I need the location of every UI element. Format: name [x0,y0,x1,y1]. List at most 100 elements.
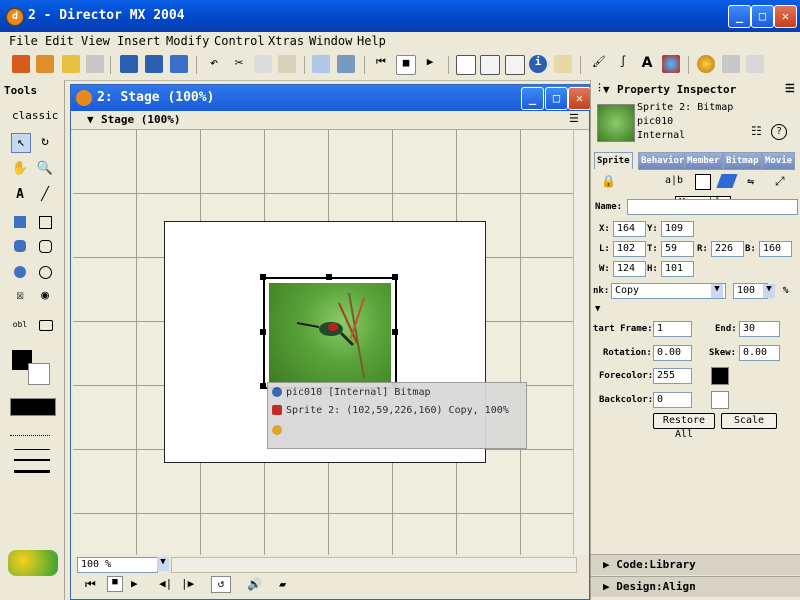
save-icon[interactable] [120,55,138,73]
stretch-icon[interactable]: ⤢ [775,174,785,189]
behavior-overlay-icon[interactable] [272,425,282,435]
sprite-overlay-icon[interactable] [272,405,282,415]
r-field[interactable]: 226 [711,241,744,257]
inspector-options-icon[interactable]: ☰ [785,82,795,95]
stage-minimize-button[interactable]: _ [521,87,544,110]
rewind-button[interactable]: ⏮ [85,577,96,592]
filled-rect-tool-icon[interactable] [11,213,29,231]
zoom-tool-icon[interactable]: 🔍 [36,160,54,178]
x-field[interactable]: 164 [613,221,646,237]
save-all-icon[interactable] [145,55,163,73]
backcolor-chip[interactable] [711,391,729,409]
cast-window-icon[interactable] [480,55,500,75]
line-width-2[interactable] [14,459,50,461]
design-align-panel[interactable]: ▶ Design:Align [591,576,800,597]
play-button[interactable]: ▶ [131,577,138,590]
new-movie-icon[interactable] [12,55,30,73]
menu-view[interactable]: View [81,34,110,48]
t-field[interactable]: 59 [661,241,694,257]
flip-icon[interactable]: ⇋ [747,174,754,188]
tools-mode[interactable]: classic [12,109,58,122]
line-width-dotted[interactable] [10,435,50,437]
start-frame-field[interactable]: 1 [653,321,692,337]
background-color-chip[interactable] [28,363,50,385]
backcolor-field[interactable]: 0 [653,392,692,408]
filled-roundrect-tool-icon[interactable] [11,237,29,255]
zoom-select[interactable]: 100 % [77,557,158,573]
menu-help[interactable]: Help [357,34,386,48]
moveable-icon[interactable] [695,174,711,190]
library-icon[interactable] [554,55,572,73]
restore-all-button[interactable]: Restore All [653,413,715,440]
text-icon[interactable]: A [638,55,656,73]
radio-tool-icon[interactable]: ◉ [36,287,54,305]
maximize-button[interactable]: □ [751,5,774,28]
close-file-icon[interactable] [86,55,104,73]
sprite-2[interactable] [263,277,397,389]
minimize-button[interactable]: _ [728,5,751,28]
skew-field[interactable]: 0.00 [739,345,780,361]
tab-bitmap[interactable]: Bitmap [723,152,762,170]
scale-button[interactable]: Scale [721,413,777,429]
info-icon[interactable]: i [529,55,547,73]
ink-dropdown-icon[interactable]: ▼ [711,284,723,298]
filled-ellipse-tool-icon[interactable] [11,263,29,281]
new-cast-icon[interactable] [36,55,54,73]
arrow-tool-icon[interactable]: ↖ [11,133,31,153]
find-icon[interactable] [312,55,330,73]
field-tool-icon[interactable]: obl [11,316,29,334]
paint-icon[interactable]: 🖌 [590,55,608,73]
stage-canvas[interactable]: pic010 [Internal] Bitmap Sprite 2: (102,… [73,130,573,555]
y-field[interactable]: 109 [661,221,694,237]
tab-sprite[interactable]: Sprite [594,152,633,169]
open-icon[interactable] [62,55,80,73]
ink-select[interactable]: Copy [611,283,726,299]
list-view-icon[interactable]: ☷ [751,124,762,138]
behavior-icon[interactable] [697,55,715,73]
text-tool-icon[interactable]: A [11,186,29,204]
message-icon[interactable] [746,55,764,73]
script-icon[interactable] [722,55,740,73]
zoom-dropdown-icon[interactable]: ▼ [157,557,169,571]
hand-tool-icon[interactable]: ✋ [11,160,29,178]
menu-modify[interactable]: Modify [166,34,209,48]
rect-tool-icon[interactable] [36,213,54,231]
menu-xtras[interactable]: Xtras [268,34,304,48]
volume-icon[interactable]: 🔊 [247,577,262,591]
score-icon[interactable] [505,55,525,75]
stage-maximize-button[interactable]: □ [545,87,568,110]
copy-icon[interactable] [254,55,272,73]
camera-icon[interactable]: ▰ [279,577,286,591]
blend-dropdown-icon[interactable]: ▼ [763,284,775,298]
loop-icon[interactable]: ↺ [211,576,231,593]
tab-member[interactable]: Member [684,152,723,170]
info-overlay-icon[interactable] [272,387,282,397]
rotation-field[interactable]: 0.00 [653,345,692,361]
menu-control[interactable]: Control [214,34,265,48]
line-tool-icon[interactable]: ╱ [36,186,54,204]
shockwave-3d-icon[interactable] [662,55,680,73]
step-forward-button[interactable]: |▶ [181,577,194,590]
help-icon[interactable]: ? [771,124,787,140]
tab-movie[interactable]: Movie [762,152,796,170]
publish-icon[interactable] [170,55,188,73]
menu-edit[interactable]: Edit [45,34,74,48]
ellipse-tool-icon[interactable] [36,263,54,281]
button-tool-icon[interactable] [36,316,54,334]
end-frame-field[interactable]: 30 [739,321,780,337]
trails-icon[interactable] [716,174,738,188]
expand-icon[interactable]: ▼ [595,304,600,314]
replace-icon[interactable] [337,55,355,73]
close-button[interactable]: ✕ [774,5,797,28]
play-icon[interactable]: ▶ [421,55,439,73]
cut-icon[interactable]: ✂ [230,55,248,73]
menu-window[interactable]: Window [309,34,352,48]
pattern-chip[interactable] [10,398,56,416]
forecolor-chip[interactable] [711,367,729,385]
stop-button[interactable]: ■ [107,576,123,592]
paste-icon[interactable] [278,55,296,73]
name-field[interactable] [627,199,798,215]
stage-close-button[interactable]: ✕ [568,87,591,110]
forecolor-field[interactable]: 255 [653,368,692,384]
stop-icon[interactable]: ■ [396,55,416,75]
